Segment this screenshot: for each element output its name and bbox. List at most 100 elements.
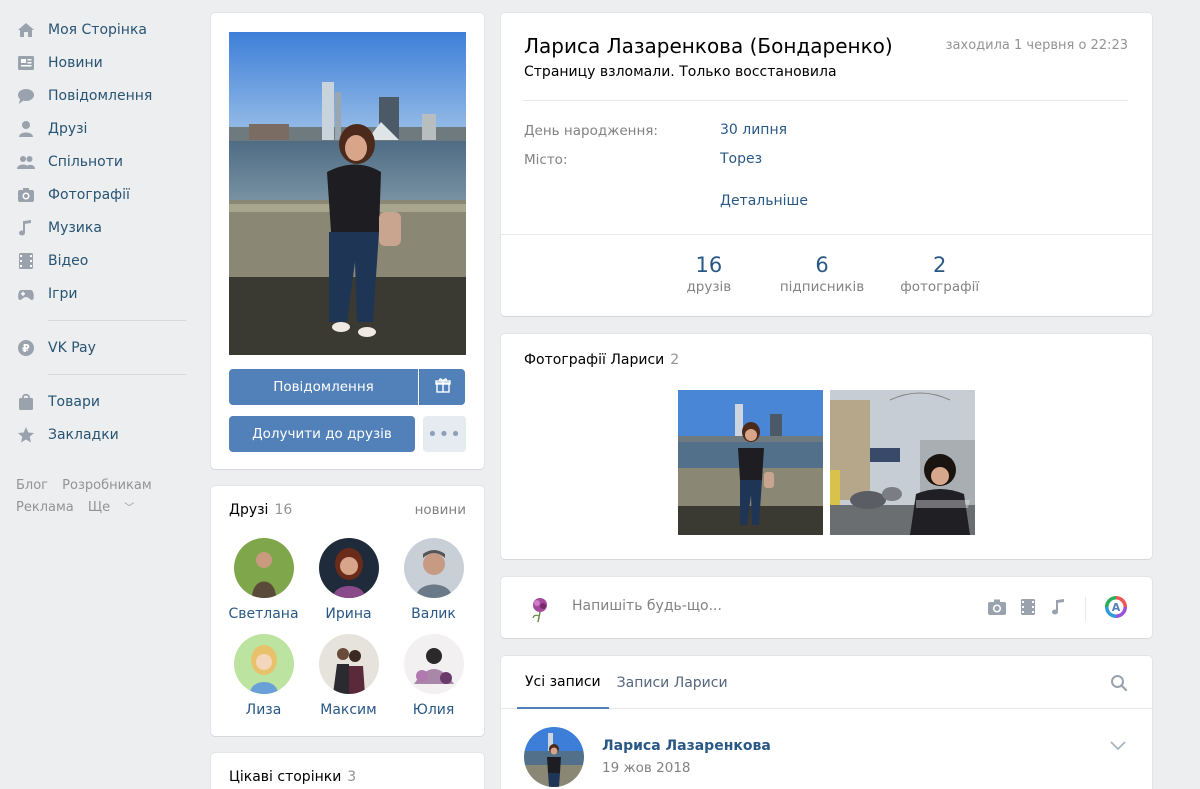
friend-item[interactable]: Валик	[391, 538, 476, 622]
counters-divider	[501, 234, 1152, 235]
video-icon	[16, 251, 36, 271]
counter-label: фотографії	[900, 279, 980, 295]
photos-card: Фотографії Лариси 2	[501, 334, 1152, 559]
sidebar-item-label: Товари	[48, 393, 100, 410]
post-composer: Напишіть будь-що... A	[501, 577, 1152, 638]
message-button[interactable]: Повідомлення	[229, 369, 418, 405]
header-divider	[523, 100, 1128, 101]
post-author-avatar[interactable]	[524, 727, 584, 787]
sidebar-item-label: Спільноти	[48, 153, 123, 170]
counter-number: 16	[695, 253, 723, 277]
show-details-link[interactable]: Детальніше	[720, 193, 808, 209]
sidebar-item-video[interactable]: Відео	[0, 244, 200, 277]
friends-updates-link[interactable]: новини	[415, 502, 466, 518]
friend-avatar	[403, 634, 464, 694]
friends-icon	[16, 119, 36, 139]
friend-avatar	[318, 538, 379, 598]
tab-label: Записи Лариси	[616, 674, 728, 691]
sidebar-item-music[interactable]: Музика	[0, 211, 200, 244]
counter-friends[interactable]: 16 друзів	[674, 253, 744, 295]
counter-number: 2	[933, 253, 947, 277]
friend-name: Ирина	[325, 606, 372, 622]
tab-owner-posts[interactable]: Записи Лариси	[609, 656, 736, 709]
messages-icon	[16, 86, 36, 106]
text-style-icon[interactable]: A	[1104, 595, 1128, 623]
sidebar-item-label: Друзі	[48, 120, 88, 137]
composer-input[interactable]: Напишіть будь-що...	[572, 598, 722, 614]
counter-label: підписників	[779, 279, 865, 295]
wall-tabs: Усі записи Записи Лариси	[501, 656, 1152, 709]
attach-video-icon[interactable]	[1019, 598, 1037, 620]
news-icon	[16, 53, 36, 73]
sidebar-item-label: Закладки	[48, 426, 119, 443]
sidebar-item-my-page[interactable]: Моя Сторінка	[0, 13, 200, 46]
composer-divider	[1085, 597, 1086, 621]
friend-item[interactable]: Светлана	[221, 538, 306, 622]
gift-icon	[434, 377, 451, 397]
counter-followers[interactable]: 6 підписників	[780, 253, 864, 295]
sidebar-item-label: VK Pay	[48, 339, 96, 356]
footer-link-more[interactable]: Ще ﹀	[88, 500, 144, 515]
friend-item[interactable]: Ирина	[306, 538, 391, 622]
sidebar-item-label: Відео	[48, 252, 89, 269]
sidebar-item-label: Ігри	[48, 285, 78, 302]
pages-header[interactable]: Цікаві сторінки 3	[229, 769, 466, 785]
profile-photo[interactable]	[229, 32, 466, 355]
tab-all-posts[interactable]: Усі записи	[517, 656, 609, 709]
photo-thumbnail[interactable]	[678, 390, 823, 535]
post-date[interactable]: 19 жов 2018	[602, 760, 691, 776]
friend-item[interactable]: Лиза	[221, 634, 306, 718]
sidebar-item-goods[interactable]: Товари	[0, 385, 200, 418]
gamepad-icon	[16, 284, 36, 304]
attach-photo-icon[interactable]	[987, 598, 1007, 620]
footer-link-blog[interactable]: Блог	[16, 478, 48, 493]
friends-title-link[interactable]: Друзі 16	[229, 502, 292, 518]
chevron-down-icon[interactable]	[1110, 740, 1126, 755]
sidebar-item-news[interactable]: Новини	[0, 46, 200, 79]
photos-title: Фотографії Лариси	[524, 352, 665, 368]
birthday-value[interactable]: 30 липня	[720, 122, 787, 138]
svg-text:₽: ₽	[22, 342, 30, 355]
sidebar-item-label: Музика	[48, 219, 102, 236]
sidebar-divider	[48, 374, 186, 375]
pages-count: 3	[347, 769, 357, 785]
camera-icon	[16, 185, 36, 205]
sidebar-item-label: Повідомлення	[48, 87, 153, 104]
search-icon[interactable]	[1110, 674, 1128, 696]
tab-label: Усі записи	[525, 673, 601, 690]
sidebar-item-label: Новини	[48, 54, 103, 71]
music-icon	[16, 218, 36, 238]
sidebar-item-friends[interactable]: Друзі	[0, 112, 200, 145]
secondary-actions: Долучити до друзів •••	[229, 416, 466, 452]
sidebar-item-messages[interactable]: Повідомлення	[0, 79, 200, 112]
primary-actions: Повідомлення	[229, 369, 466, 405]
post-author-name[interactable]: Лариса Лазаренкова	[602, 738, 771, 754]
photo-thumbnail[interactable]	[830, 390, 975, 535]
add-friend-button[interactable]: Долучити до друзів	[229, 416, 415, 452]
profile-counters: 16 друзів 6 підписників 2 фотографії	[501, 253, 1152, 295]
more-actions-button[interactable]: •••	[423, 416, 466, 452]
counter-photos[interactable]: 2 фотографії	[900, 253, 979, 295]
friend-avatar	[318, 634, 379, 694]
sidebar-item-bookmarks[interactable]: Закладки	[0, 418, 200, 451]
friend-avatar	[403, 538, 464, 598]
friend-item[interactable]: Максим	[306, 634, 391, 718]
sidebar-item-photos[interactable]: Фотографії	[0, 178, 200, 211]
star-icon	[16, 425, 36, 445]
sidebar-divider	[48, 320, 186, 321]
wall-card: Усі записи Записи Лариси Лариса Лазаренк…	[501, 656, 1152, 789]
attach-music-icon[interactable]	[1049, 598, 1067, 620]
gift-button[interactable]	[419, 369, 465, 405]
friend-name: Юлия	[412, 702, 455, 718]
city-value[interactable]: Торез	[720, 151, 762, 167]
photos-header[interactable]: Фотографії Лариси 2	[524, 352, 679, 368]
sidebar-item-vkpay[interactable]: ₽ VK Pay	[0, 331, 200, 364]
footer-link-developers[interactable]: Розробникам	[62, 478, 152, 493]
friend-avatar	[233, 634, 294, 694]
sidebar-item-games[interactable]: Ігри	[0, 277, 200, 310]
sidebar-item-communities[interactable]: Спільноти	[0, 145, 200, 178]
footer-link-ads[interactable]: Реклама	[16, 500, 74, 515]
friend-item[interactable]: Юлия	[391, 634, 476, 718]
friends-grid: Светлана Ирина Валик Лиза Максим Юлия	[221, 538, 476, 718]
city-label: Місто:	[524, 152, 568, 168]
